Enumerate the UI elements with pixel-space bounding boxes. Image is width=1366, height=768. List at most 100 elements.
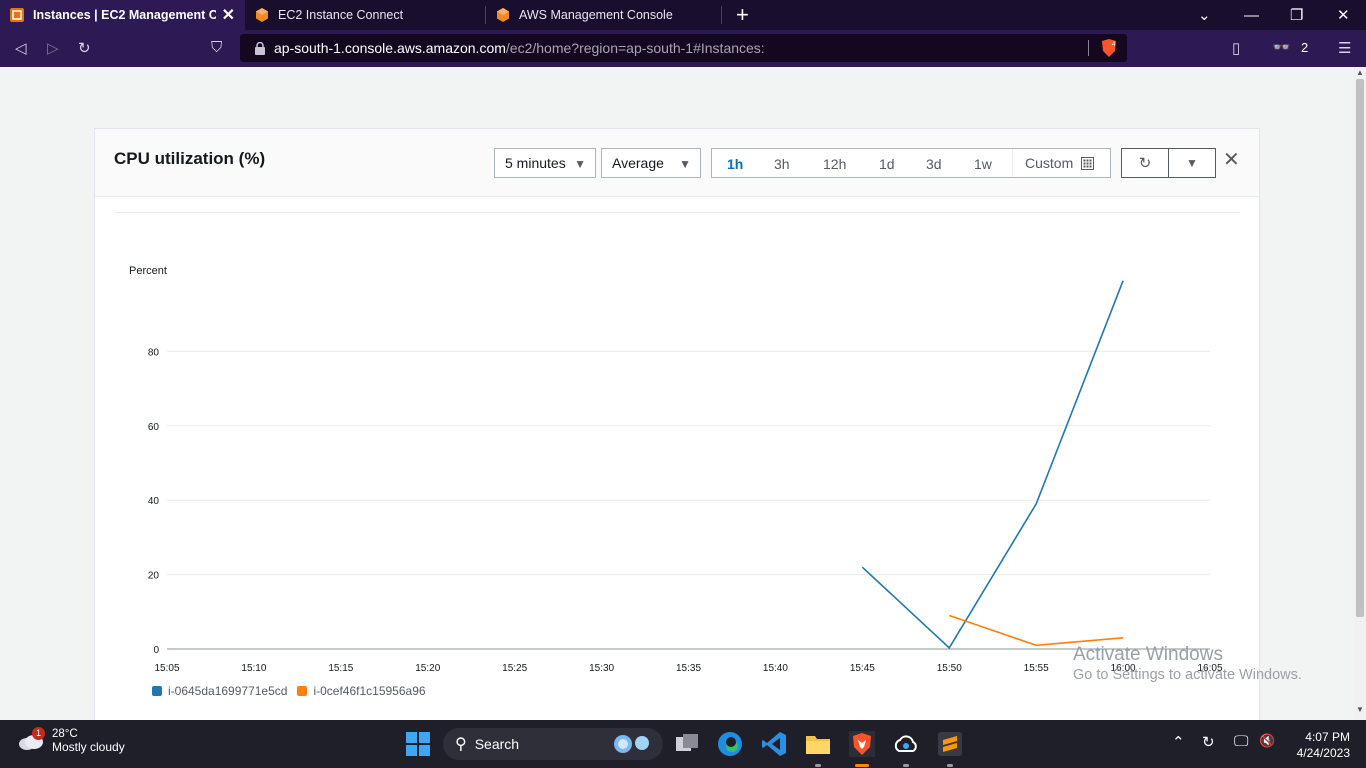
scroll-thumb[interactable] [1356, 79, 1364, 617]
brave-shield-icon[interactable]: 4 [1100, 38, 1118, 58]
range-12h-button[interactable]: 12h [823, 156, 846, 172]
x-tick-label: 15:10 [241, 663, 266, 674]
sublime-editor-icon[interactable] [937, 731, 963, 757]
address-divider [1088, 40, 1089, 56]
windows-taskbar: 1 28°C Mostly cloudy ⚲ Search ⌃ ↻ 🖵 🔇 4:… [0, 720, 1366, 768]
x-tick-label: 15:55 [1024, 663, 1049, 674]
modal-header: CPU utilization (%) 5 minutes ▼ Average … [95, 129, 1259, 197]
x-tick-label: 15:40 [763, 663, 788, 674]
task-view-icon[interactable] [674, 731, 700, 757]
legend-label: i-0cef46f1c15956a96 [313, 684, 426, 698]
private-window-count: 2 [1301, 40, 1309, 55]
series-line-0[interactable] [861, 280, 1124, 650]
tab-title: EC2 Instance Connect [278, 8, 404, 22]
x-tick-label: 15:50 [937, 663, 962, 674]
close-window-icon[interactable]: ✕ [1337, 0, 1350, 30]
new-tab-button[interactable]: + [736, 2, 749, 28]
weather-widget[interactable]: 1 28°C Mostly cloudy [18, 727, 125, 754]
range-3h-button[interactable]: 3h [774, 156, 790, 172]
display-icon[interactable]: 🖵 [1234, 733, 1248, 750]
show-hidden-icons-chevron-icon[interactable]: ⌃ [1172, 733, 1185, 751]
y-tick-label: 40 [148, 496, 160, 507]
caret-down-icon: ▼ [574, 157, 586, 171]
tab-search-chevron-icon[interactable]: ⌄ [1198, 0, 1211, 30]
url-path: /ec2/home?region=ap-south-1#Instances: [505, 40, 765, 56]
range-1d-button[interactable]: 1d [879, 156, 895, 172]
range-1w-button[interactable]: 1w [974, 156, 992, 172]
brave-browser-icon[interactable] [849, 731, 875, 757]
running-indicator [947, 764, 953, 767]
refresh-icon: ↻ [1138, 155, 1152, 172]
statistic-select[interactable]: Average ▼ [601, 148, 701, 178]
address-bar[interactable]: ap-south-1.console.aws.amazon.com /ec2/h… [240, 34, 1127, 62]
cpu-utilization-chart: Percent 0 20 40 60 80 15:05 15:10 15:15 15:20 15:2… [129, 265, 1223, 674]
legend-swatch [297, 686, 308, 696]
browser-toolbar: ◁ ▷ ↻ ⛉ ap-south-1.console.aws.amazon.co… [0, 30, 1366, 67]
x-tick-label: 15:15 [328, 663, 353, 674]
taskbar-search[interactable]: ⚲ Search [443, 728, 663, 760]
statistic-value: Average [612, 155, 664, 171]
running-indicator [815, 764, 821, 767]
aws-cube-icon [497, 8, 509, 22]
cloud-sync-icon[interactable] [893, 731, 919, 757]
caret-down-icon: ▼ [1186, 156, 1198, 170]
running-indicator [903, 764, 909, 767]
period-select[interactable]: 5 minutes ▼ [494, 148, 596, 178]
legend-item-series-1[interactable]: i-0cef46f1c15956a96 [297, 684, 426, 698]
custom-label: Custom [1025, 155, 1074, 171]
private-window-icon[interactable]: 👓 [1272, 38, 1291, 56]
edge-browser-icon[interactable] [717, 731, 743, 757]
forward-icon[interactable]: ▷ [47, 39, 59, 57]
y-tick-label: 20 [148, 571, 160, 582]
url-host: ap-south-1.console.aws.amazon.com [274, 40, 506, 56]
file-explorer-icon[interactable] [805, 731, 831, 757]
caret-down-icon: ▼ [679, 157, 691, 171]
back-icon[interactable]: ◁ [15, 39, 27, 57]
refresh-options-dropdown[interactable]: ▼ [1168, 148, 1216, 178]
y-axis-label: Percent [129, 265, 167, 277]
modal-title: CPU utilization (%) [114, 149, 266, 168]
active-app-indicator [855, 764, 869, 767]
tab-separator [721, 6, 722, 24]
update-sync-icon[interactable]: ↻ [1202, 733, 1215, 751]
y-tick-label: 60 [148, 422, 160, 433]
range-custom-button[interactable]: Custom [1012, 149, 1111, 177]
minimize-icon[interactable]: — [1244, 0, 1259, 30]
windows-start-icon[interactable] [405, 731, 431, 757]
page-scrollbar[interactable]: ▲ ▼ [1354, 67, 1366, 720]
reload-icon[interactable]: ↻ [78, 39, 91, 57]
series-line-1[interactable] [948, 614, 1124, 647]
tab-aws-management-console[interactable]: AWS Management Console [486, 0, 721, 30]
scroll-down-icon[interactable]: ▼ [1356, 705, 1364, 714]
tab-ec2-instance-connect[interactable]: EC2 Instance Connect [245, 0, 485, 30]
x-tick-label: 15:05 [154, 663, 179, 674]
bookmark-icon[interactable]: ⛉ [211, 39, 222, 56]
y-tick-label: 0 [153, 645, 159, 656]
watermark-subtitle: Go to Settings to activate Windows. [1073, 667, 1302, 683]
y-tick-label: 80 [148, 347, 160, 358]
legend-item-series-0[interactable]: i-0645da1699771e5cd [152, 684, 287, 698]
chart-legend: i-0645da1699771e5cd i-0cef46f1c15956a96 [152, 684, 436, 698]
maximize-icon[interactable]: ❐ [1290, 0, 1303, 30]
range-3d-button[interactable]: 3d [926, 156, 942, 172]
tab-ec2-instances[interactable]: Instances | EC2 Management Con ✕ [0, 0, 245, 30]
temperature: 28°C [52, 728, 78, 740]
volume-muted-icon[interactable]: 🔇 [1259, 733, 1275, 749]
browser-tab-strip: Instances | EC2 Management Con ✕ EC2 Ins… [0, 0, 1366, 30]
activate-windows-watermark: Activate Windows Go to Settings to activ… [1073, 644, 1302, 683]
close-modal-icon[interactable]: ✕ [1223, 147, 1240, 172]
close-tab-icon[interactable]: ✕ [222, 5, 235, 25]
range-1h-button[interactable]: 1h [727, 156, 743, 172]
refresh-button[interactable]: ↻ [1121, 148, 1169, 178]
x-tick-label: 15:30 [589, 663, 614, 674]
tab-title: Instances | EC2 Management Con [33, 8, 216, 22]
menu-icon[interactable]: ☰ [1338, 39, 1351, 57]
clock-time: 4:07 PM [1305, 730, 1350, 744]
taskbar-clock[interactable]: 4:07 PM 4/24/2023 [1288, 729, 1350, 761]
scroll-up-icon[interactable]: ▲ [1356, 68, 1364, 77]
vscode-icon[interactable] [761, 731, 787, 757]
lock-icon [255, 41, 265, 55]
aws-cube-icon [256, 8, 268, 22]
period-value: 5 minutes [505, 155, 566, 171]
sidebar-toggle-icon[interactable]: ▯ [1232, 39, 1240, 57]
